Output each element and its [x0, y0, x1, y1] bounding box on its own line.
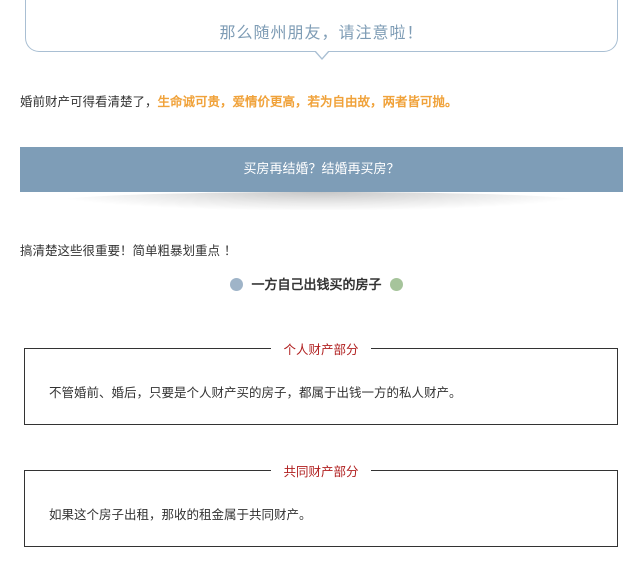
section-title: 共同财产部分: [271, 464, 371, 479]
section-title-wrapper: 个人财产部分: [25, 339, 617, 358]
green-dot-icon: [389, 278, 403, 291]
banner-shadow: [60, 192, 580, 210]
top-callout: 那么随州朋友，请注意啦！: [25, 0, 618, 52]
dot-heading: 一方自己出钱买的房子: [0, 274, 633, 293]
section-body: 如果这个房子出租，那收的租金属于共同财产。: [49, 507, 312, 522]
blue-dot-icon: [230, 278, 244, 291]
section-title: 个人财产部分: [271, 342, 371, 357]
intro-text: 婚前财产可得看清楚了，: [20, 94, 158, 109]
subtitle-text: 搞清楚这些很重要！简单粗暴划重点 ！: [20, 243, 237, 258]
callout-arrow-inner: [315, 50, 329, 58]
dot-heading-text: 一方自己出钱买的房子: [251, 278, 382, 293]
section-box-personal: 个人财产部分 不管婚前、婚后，只要是个人财产买的房子，都属于出钱一方的私人财产。: [24, 342, 618, 425]
section-title-wrapper: 共同财产部分: [25, 461, 617, 480]
callout-text: 那么随州朋友，请注意啦！: [219, 23, 424, 42]
intro-highlight: 生命诚可贵，爱情价更高，若为自由故，两者皆可抛。: [157, 94, 458, 109]
section-banner: 买房再结婚？结婚再买房？: [20, 147, 623, 192]
intro-paragraph: 婚前财产可得看清楚了，生命诚可贵，爱情价更高，若为自由故，两者皆可抛。: [20, 91, 458, 110]
section-box-shared: 共同财产部分 如果这个房子出租，那收的租金属于共同财产。: [24, 464, 618, 547]
section-body: 不管婚前、婚后，只要是个人财产买的房子，都属于出钱一方的私人财产。: [49, 385, 462, 400]
